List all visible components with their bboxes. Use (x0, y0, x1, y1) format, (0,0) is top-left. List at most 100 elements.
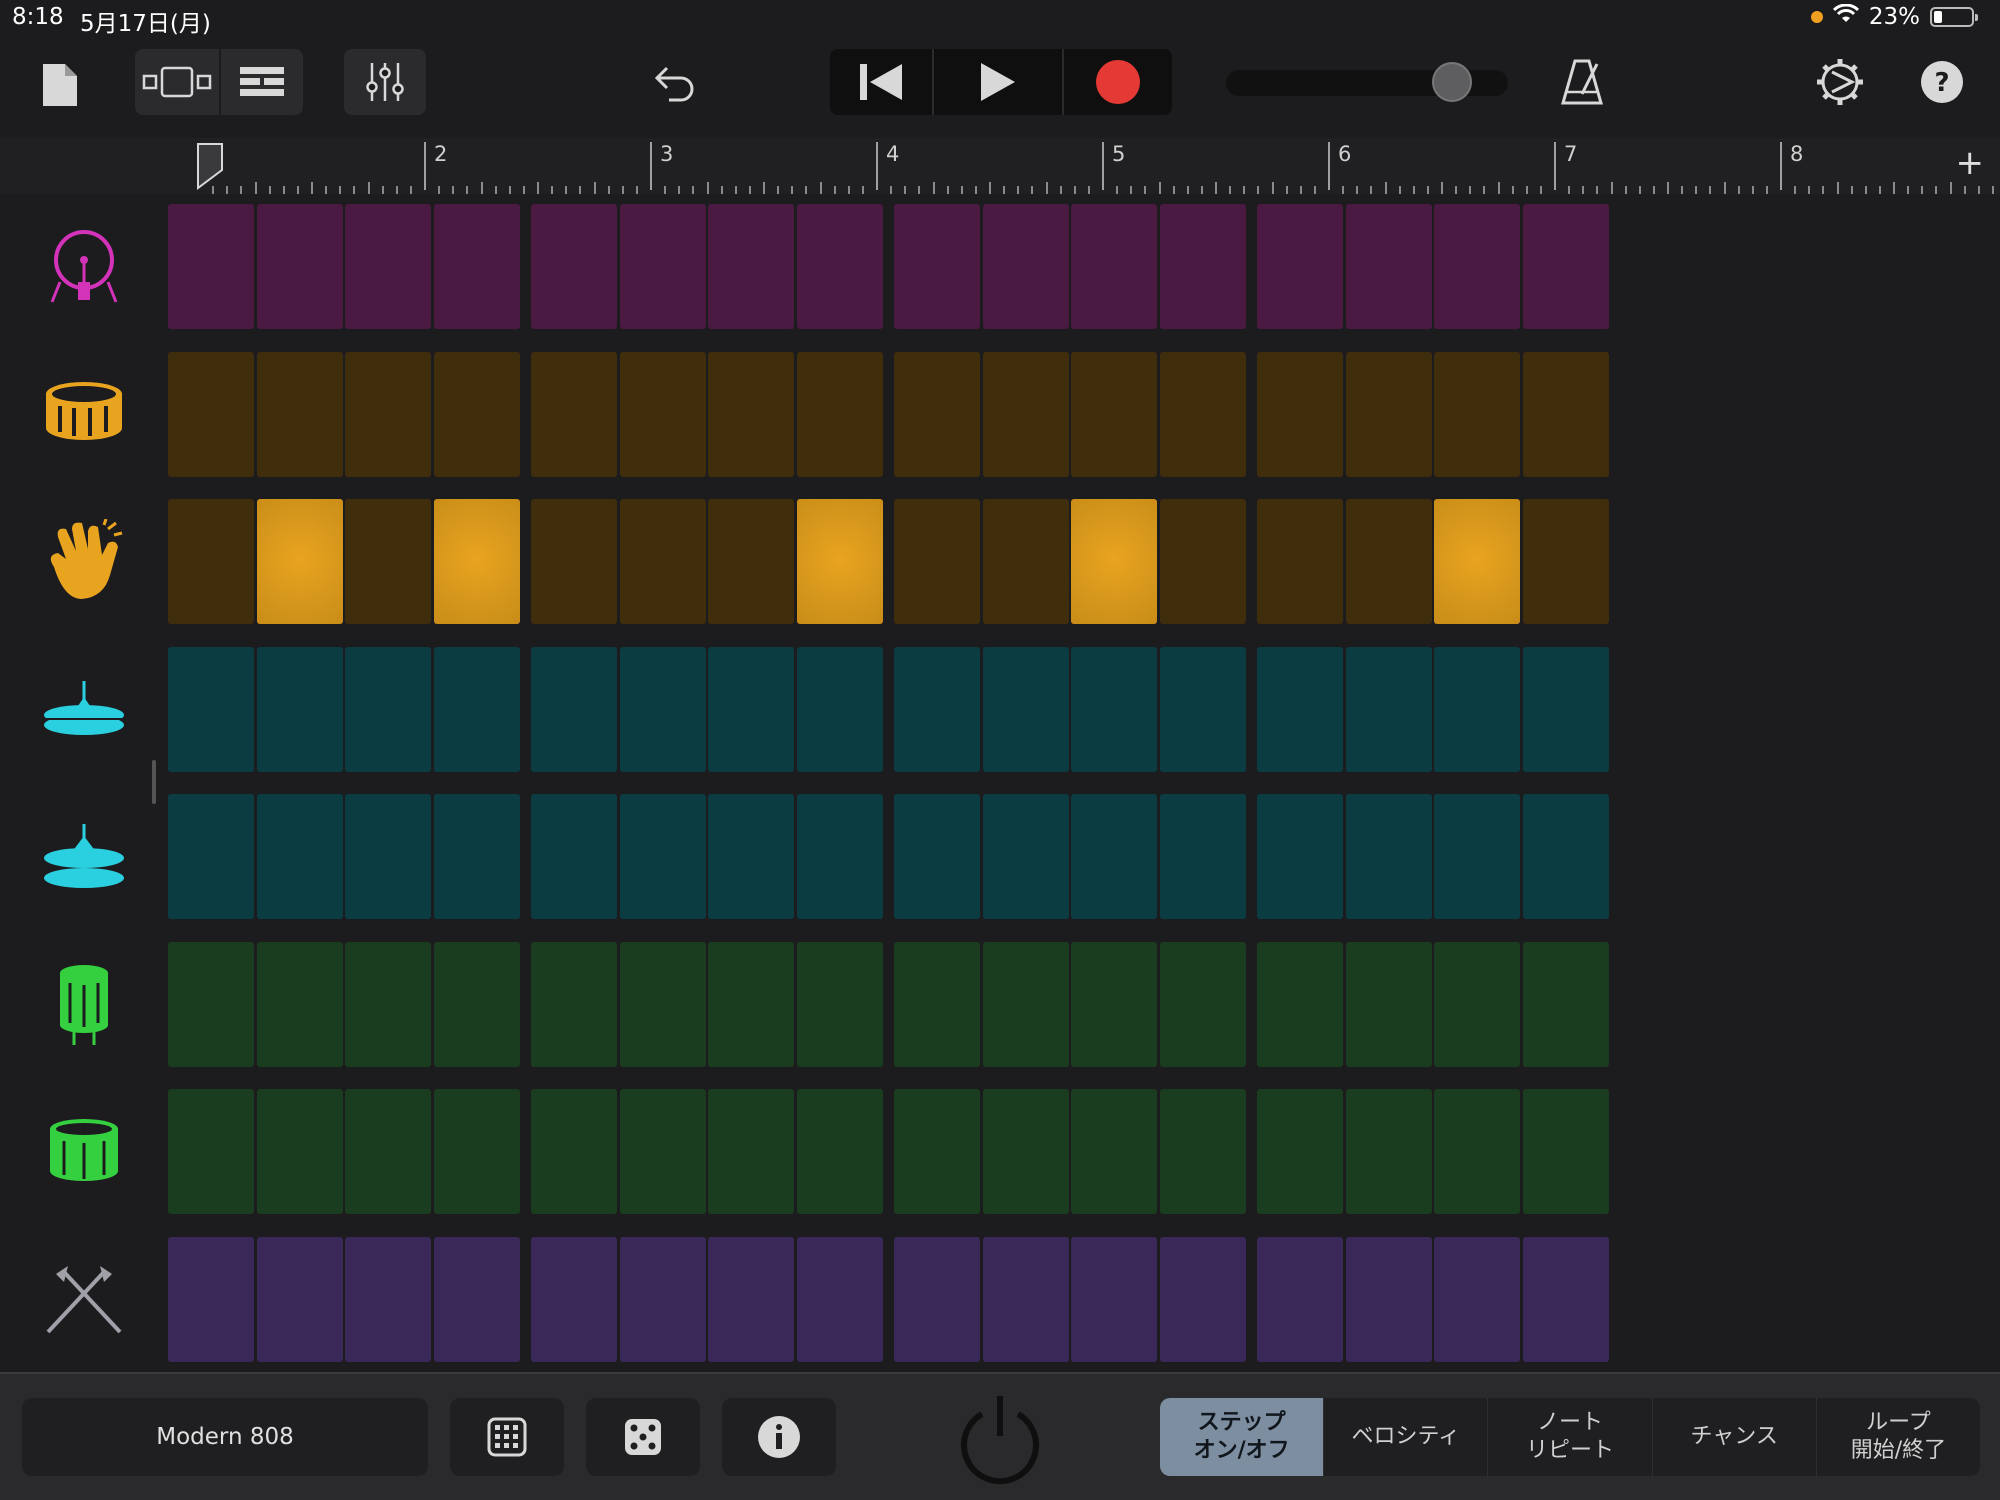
step-cell[interactable] (894, 1089, 980, 1214)
step-cell[interactable] (1159, 646, 1246, 772)
step-cell[interactable] (256, 794, 343, 919)
closed-hihat-icon[interactable] (36, 661, 132, 757)
step-cell[interactable] (1345, 1236, 1432, 1362)
help-icon[interactable]: ? (1918, 58, 1966, 106)
step-cell[interactable] (1434, 1089, 1520, 1214)
playhead-marker[interactable] (196, 142, 224, 190)
drumsticks-icon[interactable] (36, 1251, 132, 1347)
step-cell[interactable] (345, 204, 431, 329)
step-cell[interactable] (1071, 941, 1157, 1067)
step-cell[interactable] (531, 351, 617, 477)
step-cell[interactable] (1257, 204, 1343, 329)
step-cell[interactable] (1257, 499, 1343, 624)
mode-tab[interactable]: ステップ オン/オフ (1160, 1398, 1324, 1476)
step-cell[interactable] (1159, 1089, 1246, 1214)
step-cell[interactable] (1522, 941, 1609, 1067)
step-cell[interactable] (1257, 1236, 1343, 1362)
step-cell[interactable] (619, 204, 706, 329)
mixer-icon[interactable] (344, 49, 426, 115)
step-cell[interactable] (894, 351, 980, 477)
step-cell[interactable] (894, 499, 980, 624)
step-cell[interactable] (708, 1236, 794, 1362)
view-toggle-icon[interactable] (135, 49, 219, 115)
step-cell[interactable] (168, 1236, 254, 1362)
step-cell[interactable] (708, 794, 794, 919)
add-bar-button[interactable]: + (1956, 146, 1985, 180)
step-cell[interactable] (1345, 204, 1432, 329)
step-cell[interactable] (1071, 646, 1157, 772)
step-cell[interactable] (531, 1236, 617, 1362)
step-cell[interactable] (256, 204, 343, 329)
step-cell[interactable] (619, 1236, 706, 1362)
step-cell[interactable] (256, 351, 343, 477)
info-icon[interactable] (722, 1398, 836, 1476)
step-cell[interactable] (619, 941, 706, 1067)
step-cell[interactable] (168, 646, 254, 772)
step-cell[interactable] (982, 794, 1069, 919)
step-cell[interactable] (982, 1236, 1069, 1362)
step-cell[interactable] (256, 1089, 343, 1214)
step-cell[interactable] (345, 1236, 431, 1362)
step-cell[interactable] (1434, 204, 1520, 329)
metronome-icon[interactable] (1556, 54, 1608, 110)
master-volume-slider[interactable] (1226, 62, 1508, 102)
step-cell[interactable] (345, 499, 431, 624)
step-cell[interactable] (1257, 1089, 1343, 1214)
step-cell[interactable] (1071, 204, 1157, 329)
step-cell[interactable] (531, 1089, 617, 1214)
step-cell[interactable] (1434, 1236, 1520, 1362)
skip-back-icon[interactable] (830, 49, 932, 115)
step-cell[interactable] (982, 646, 1069, 772)
step-cell[interactable] (708, 1089, 794, 1214)
step-cell-on[interactable] (796, 499, 883, 624)
step-cell[interactable] (256, 941, 343, 1067)
dice-randomize-icon[interactable] (586, 1398, 700, 1476)
step-cell[interactable] (1257, 351, 1343, 477)
step-cell[interactable] (1434, 941, 1520, 1067)
step-cell[interactable] (1522, 794, 1609, 919)
step-cell[interactable] (982, 941, 1069, 1067)
step-cell[interactable] (256, 1236, 343, 1362)
document-icon[interactable] (36, 58, 84, 112)
step-cell[interactable] (619, 1089, 706, 1214)
step-cell[interactable] (1522, 499, 1609, 624)
mode-tab[interactable]: ノート リピート (1487, 1398, 1651, 1476)
step-cell[interactable] (1257, 941, 1343, 1067)
step-cell[interactable] (982, 204, 1069, 329)
step-cell[interactable] (1257, 794, 1343, 919)
step-cell[interactable] (168, 351, 254, 477)
step-cell[interactable] (531, 204, 617, 329)
step-cell[interactable] (433, 794, 520, 919)
step-cell[interactable] (1071, 351, 1157, 477)
step-cell[interactable] (345, 794, 431, 919)
step-cell[interactable] (796, 794, 883, 919)
step-cell[interactable] (708, 204, 794, 329)
step-cell[interactable] (433, 1089, 520, 1214)
step-cell[interactable] (1345, 499, 1432, 624)
step-cell[interactable] (1257, 646, 1343, 772)
step-cell[interactable] (708, 351, 794, 477)
step-cell[interactable] (982, 499, 1069, 624)
step-cell[interactable] (619, 646, 706, 772)
step-cell[interactable] (1522, 1236, 1609, 1362)
step-cell[interactable] (619, 499, 706, 624)
keypad-icon[interactable] (450, 1398, 564, 1476)
mode-tab[interactable]: ループ 開始/終了 (1815, 1398, 1980, 1476)
step-cell[interactable] (1345, 941, 1432, 1067)
step-cell[interactable] (1071, 1236, 1157, 1362)
step-cell[interactable] (894, 794, 980, 919)
step-cell[interactable] (256, 646, 343, 772)
step-cell[interactable] (619, 351, 706, 477)
step-cell[interactable] (796, 941, 883, 1067)
step-cell[interactable] (1159, 204, 1246, 329)
step-cell[interactable] (894, 941, 980, 1067)
step-cell[interactable] (619, 794, 706, 919)
step-cell[interactable] (1522, 351, 1609, 477)
step-cell[interactable] (1159, 794, 1246, 919)
step-cell[interactable] (168, 204, 254, 329)
step-cell[interactable] (1159, 1236, 1246, 1362)
step-cell[interactable] (1434, 351, 1520, 477)
step-cell[interactable] (796, 351, 883, 477)
step-cell[interactable] (982, 1089, 1069, 1214)
step-cell[interactable] (345, 941, 431, 1067)
